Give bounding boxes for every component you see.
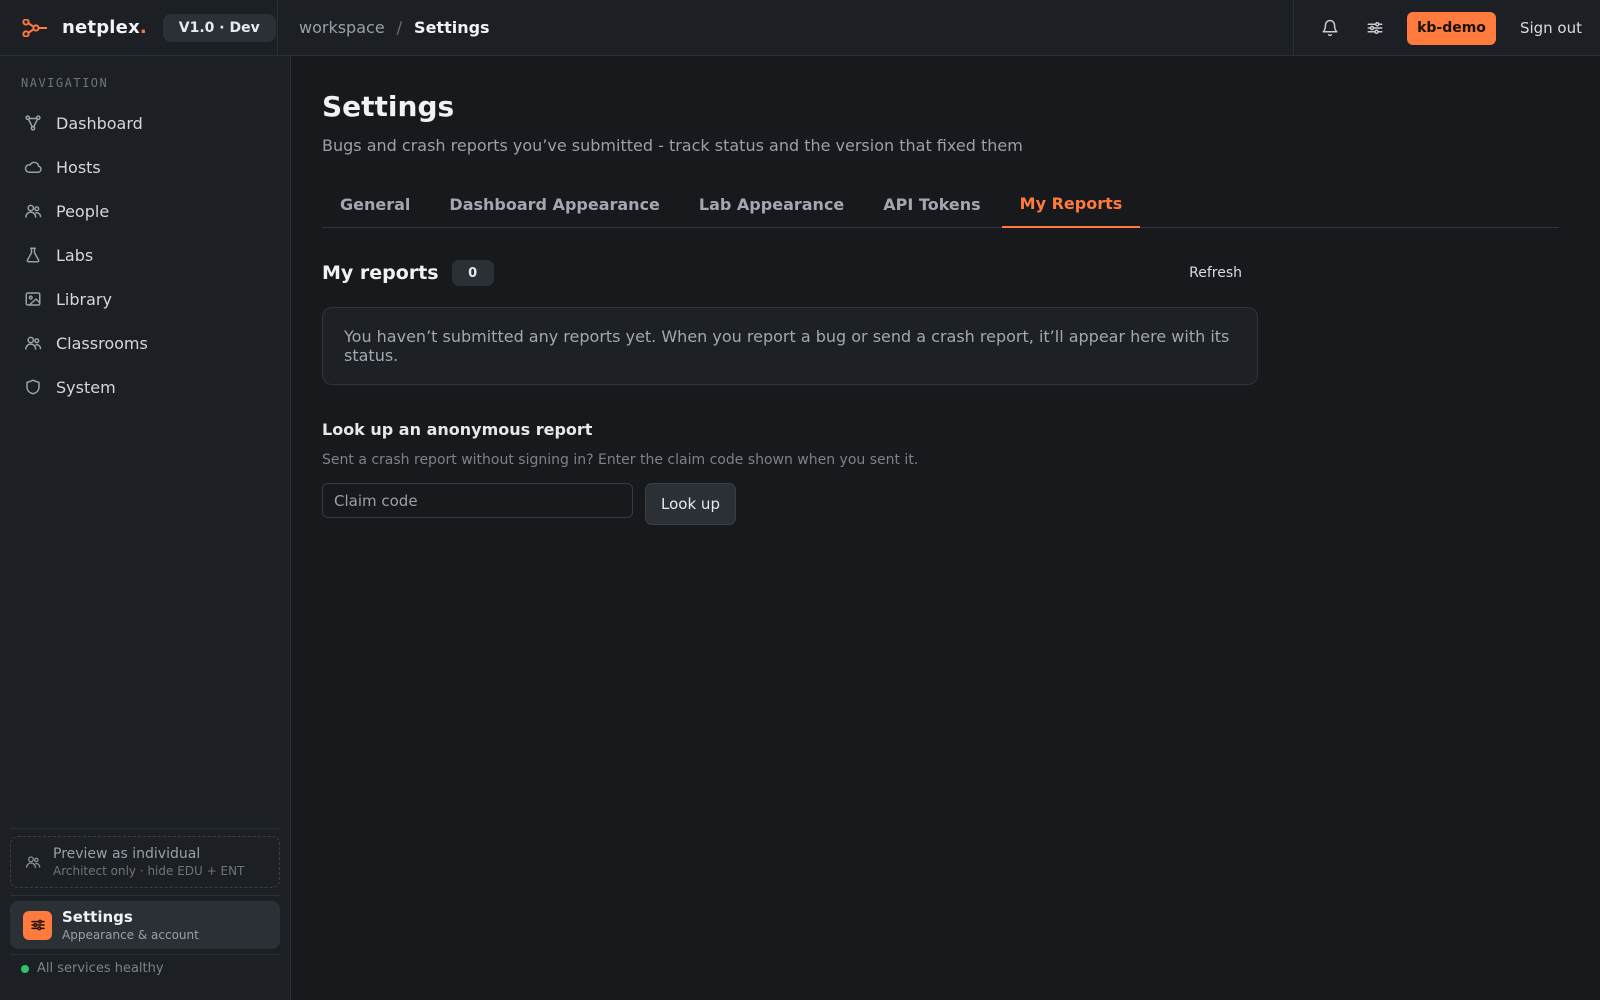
version-badge[interactable]: V1.0 · Dev — [162, 13, 276, 42]
sidebar-item-hosts[interactable]: Hosts — [10, 145, 280, 189]
notifications-button[interactable] — [1312, 10, 1348, 46]
empty-state-text: You haven’t submitted any reports yet. W… — [344, 327, 1230, 365]
netplex-logo-icon — [22, 18, 47, 37]
settings-title: Settings — [62, 908, 133, 926]
brand-name: netplex — [62, 17, 140, 38]
tab-lab-appearance[interactable]: Lab Appearance — [681, 180, 862, 228]
users-icon — [25, 204, 42, 218]
user-badge[interactable]: kb-demo — [1407, 11, 1496, 45]
breadcrumb-current: Settings — [414, 18, 490, 37]
nav-heading: NAVIGATION — [21, 76, 109, 90]
settings-subtitle: Appearance & account — [62, 928, 199, 942]
tab-dashboard-appearance[interactable]: Dashboard Appearance — [431, 180, 678, 228]
brand: netplex. V1.0 · Dev — [0, 0, 278, 56]
sidebar-settings-item[interactable]: Settings Appearance & account — [10, 901, 280, 949]
sidebar-item-label: System — [56, 377, 116, 397]
reports-title: My reports — [322, 262, 439, 284]
preview-subtitle: Architect only · hide EDU + ENT — [53, 864, 245, 878]
breadcrumb-workspace[interactable]: workspace — [299, 18, 385, 37]
main-content: Settings Bugs and crash reports you’ve s… — [291, 56, 1600, 1000]
shield-icon — [26, 379, 40, 395]
sidebar-item-dashboard[interactable]: Dashboard — [10, 101, 280, 145]
breadcrumb: workspace / Settings — [299, 18, 490, 37]
lookup-title: Look up an anonymous report — [322, 420, 593, 439]
sidebar-item-label: Dashboard — [56, 113, 143, 133]
sign-out-button[interactable]: Sign out — [1520, 19, 1582, 37]
reports-header: My reports 0 Refresh — [322, 258, 1258, 288]
sliders-icon — [1367, 22, 1383, 34]
image-icon — [25, 292, 41, 306]
breadcrumb-separator: / — [396, 18, 403, 37]
bell-icon — [1322, 19, 1338, 37]
lookup-description: Sent a crash report without signing in? … — [322, 452, 919, 468]
page-title: Settings — [322, 90, 455, 123]
nav-list: Dashboard Hosts People Labs Library Clas… — [10, 101, 280, 409]
settings-tabs: General Dashboard Appearance Lab Appeara… — [322, 180, 1559, 228]
graph-icon — [25, 115, 41, 131]
top-actions: kb-demo Sign out — [1293, 0, 1600, 56]
refresh-button[interactable]: Refresh — [1173, 261, 1258, 285]
sidebar-item-system[interactable]: System — [10, 365, 280, 409]
look-up-button[interactable]: Look up — [645, 483, 736, 525]
users-icon — [25, 336, 42, 350]
preview-as-individual-toggle[interactable]: Preview as individual Architect only · h… — [10, 836, 280, 888]
sidebar-divider — [10, 895, 280, 896]
sidebar-item-labs[interactable]: Labs — [10, 233, 280, 277]
sidebar: NAVIGATION Dashboard Hosts People Labs L… — [0, 56, 291, 1000]
sidebar-item-label: People — [56, 201, 110, 221]
flask-icon — [26, 247, 40, 263]
sidebar-item-library[interactable]: Library — [10, 277, 280, 321]
tab-general[interactable]: General — [322, 180, 428, 228]
page-description: Bugs and crash reports you’ve submitted … — [322, 136, 1023, 155]
reports-empty-state: You haven’t submitted any reports yet. W… — [322, 307, 1258, 385]
cloud-icon — [24, 161, 42, 174]
preview-text: Preview as individual Architect only · h… — [53, 846, 244, 878]
claim-code-input[interactable] — [322, 483, 633, 518]
tab-api-tokens[interactable]: API Tokens — [865, 180, 998, 228]
top-bar: netplex. V1.0 · Dev workspace / Settings… — [0, 0, 1600, 56]
sidebar-item-label: Labs — [56, 245, 94, 265]
status-dot — [21, 964, 29, 973]
users-icon — [26, 856, 41, 868]
settings-icon-tile — [23, 910, 52, 940]
sidebar-item-label: Library — [56, 289, 112, 309]
tab-my-reports[interactable]: My Reports — [1001, 180, 1141, 228]
preferences-button[interactable] — [1357, 10, 1393, 46]
service-status: All services healthy — [21, 961, 164, 976]
settings-text: Settings Appearance & account — [62, 908, 199, 942]
sidebar-item-label: Hosts — [56, 157, 101, 177]
brand-dot: . — [139, 17, 147, 38]
sidebar-divider — [10, 828, 280, 829]
preview-title: Preview as individual — [53, 846, 201, 862]
sidebar-item-people[interactable]: People — [10, 189, 280, 233]
sidebar-divider — [10, 954, 280, 955]
sidebar-item-classrooms[interactable]: Classrooms — [10, 321, 280, 365]
reports-count-badge: 0 — [451, 260, 494, 286]
sliders-icon — [30, 919, 45, 931]
status-text: All services healthy — [37, 961, 164, 976]
sidebar-item-label: Classrooms — [56, 333, 148, 353]
